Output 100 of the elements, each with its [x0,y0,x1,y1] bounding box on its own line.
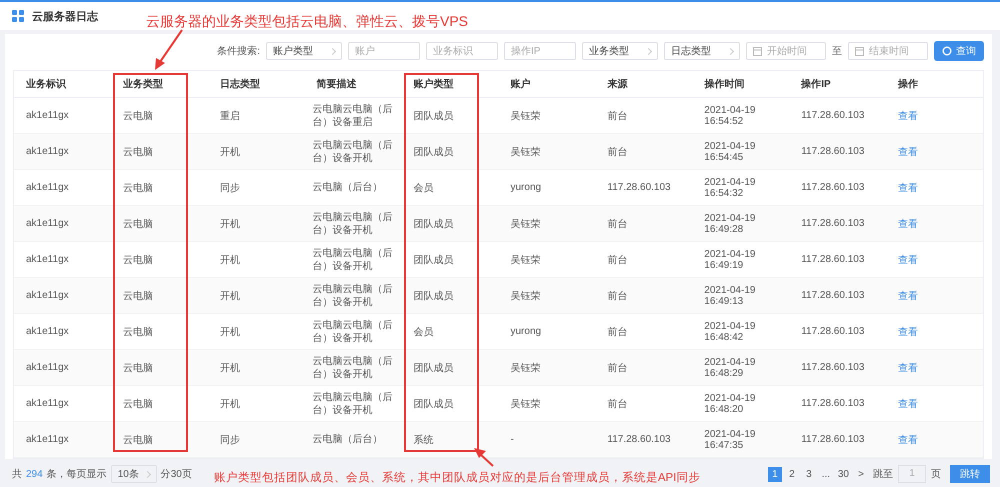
view-link[interactable]: 查看 [898,146,918,158]
table-cell-text: 云电脑云电脑（后台）设备开机 [312,390,394,416]
table-cell: 云电脑 [122,254,153,266]
table-cell: 117.28.60.103 [607,182,671,193]
view-link[interactable]: 查看 [898,110,918,122]
view-link[interactable]: 查看 [898,434,918,446]
range-separator: 至 [832,45,842,58]
page-button[interactable]: 30 [836,466,851,482]
view-link[interactable]: 查看 [898,398,918,410]
input-field[interactable]: 业务标识 [426,42,498,60]
table-cell: 开机 [220,362,240,374]
column-header: 业务类型 [122,78,164,91]
table-cell: 云电脑 [122,146,153,158]
table-cell: 云电脑 [122,434,153,446]
next-page-button[interactable]: > [854,466,868,482]
input-field[interactable]: 账户 [348,42,420,60]
table-cell: 云电脑 [122,398,153,410]
table-cell: 前台 [607,290,628,302]
table-cell: 2021-04-19 16:48:20 [704,392,756,414]
table-cell: 117.28.60.103 [801,326,864,337]
annotation-arrow [155,29,183,70]
table-cell: 2021-04-19 16:54:32 [704,176,756,198]
table-cell: 前台 [607,326,628,338]
table-cell: ak1e11gx [26,326,69,337]
page-button[interactable]: 3 [802,466,816,482]
table-cell: 2021-04-19 16:49:19 [704,248,756,270]
table-cell: 同步 [220,434,240,446]
select-field[interactable]: 日志类型 [664,42,740,60]
table-cell-text: 云电脑云电脑（后台）设备开机 [312,318,394,344]
table-cell: 团队成员 [414,290,454,302]
column-header: 操作IP [800,78,832,91]
table-cell: 团队成员 [414,254,454,266]
table-cell: yurong [510,182,542,193]
table-cell: 吴钰荣 [510,254,540,266]
table-cell: 团队成员 [414,218,454,230]
table-cell: 前台 [607,146,628,158]
table-cell: 吴钰荣 [510,110,540,122]
table-cell-text: 云电脑云电脑（后台）设备重启 [312,102,394,128]
table-cell: 117.28.60.103 [801,110,864,121]
total-count: 294 [26,468,43,480]
page-button[interactable]: 2 [784,466,799,482]
page-button[interactable]: ... [818,466,833,482]
table-cell: 开机 [220,398,240,410]
table-cell: 117.28.60.103 [801,254,864,265]
page-size-label: 条，每页显示 [46,468,107,481]
table-cell: 云电脑 [122,218,153,230]
select-field[interactable]: 业务类型 [582,42,658,60]
table-cell-text: 云电脑云电脑（后台）设备开机 [312,282,394,308]
table-cell: ak1e11gx [26,398,69,409]
select-field[interactable]: 账户类型 [266,42,342,60]
table-cell: yurong [510,326,542,337]
page-input[interactable]: 1 [898,465,926,483]
annotation-text: 云服务器的业务类型包括云电脑、弹性云、拨号VPS [146,13,468,31]
table-cell: 同步 [220,182,240,194]
table-cell: 2021-04-19 16:49:13 [704,284,756,306]
column-header: 账户 [510,77,532,91]
date-field[interactable]: 开始时间 [746,42,826,60]
table-cell: ak1e11gx [26,146,69,157]
table-cell: 117.28.60.103 [801,362,864,373]
column-header: 来源 [606,78,628,91]
table-cell-text: 云电脑（后台） [312,433,384,446]
view-link[interactable]: 查看 [898,218,918,230]
table-cell: 会员 [414,326,434,338]
view-link[interactable]: 查看 [898,362,918,374]
table-cell-text: 云电脑云电脑（后台）设备开机 [312,354,394,380]
date-field[interactable]: 结束时间 [848,42,928,60]
table-cell-text: 云电脑云电脑（后台）设备开机 [312,246,394,272]
view-link[interactable]: 查看 [898,326,918,338]
table-cell: 团队成员 [414,362,454,374]
table-cell-text: 云电脑云电脑（后台）设备开机 [312,210,394,236]
jump-button[interactable]: 跳转 [950,465,990,483]
column-header: 业务标识 [25,78,68,91]
table-cell: 117.28.60.103 [801,182,864,193]
page-size-select[interactable]: 10条 [110,465,157,483]
annotation-arrow [474,448,494,467]
annotation-text: 账户类型包括团队成员、会员、系统，其中团队成员对应的是后台管理成员，系统是API同步 [214,470,700,484]
table-cell: 117.28.60.103 [801,434,864,445]
table-cell: 2021-04-19 16:54:52 [704,104,756,126]
view-link[interactable]: 查看 [898,254,918,266]
ring-icon [942,46,952,56]
table-cell: ak1e11gx [26,362,69,373]
table-cell: 吴钰荣 [510,218,540,230]
search-label: 条件搜索: [217,44,260,58]
view-link[interactable]: 查看 [898,290,918,302]
search-button[interactable]: 查询 [934,41,984,61]
table-cell: 云电脑 [122,182,153,194]
table-cell: 云电脑 [122,326,153,338]
table-cell: 前台 [607,254,628,266]
table-cell: 117.28.60.103 [801,398,864,409]
page-button[interactable]: 1 [768,466,782,482]
table-cell: ak1e11gx [26,182,69,193]
table-cell: 117.28.60.103 [607,434,671,445]
table-cell: 云电脑 [122,110,153,122]
page-count: 分30页 [160,468,192,481]
table-cell: 前台 [607,362,628,374]
grid-icon [12,10,24,22]
view-link[interactable]: 查看 [898,182,918,194]
table-cell: 吴钰荣 [510,362,540,374]
input-field[interactable]: 操作IP [504,42,576,60]
table-cell: 117.28.60.103 [801,290,864,301]
